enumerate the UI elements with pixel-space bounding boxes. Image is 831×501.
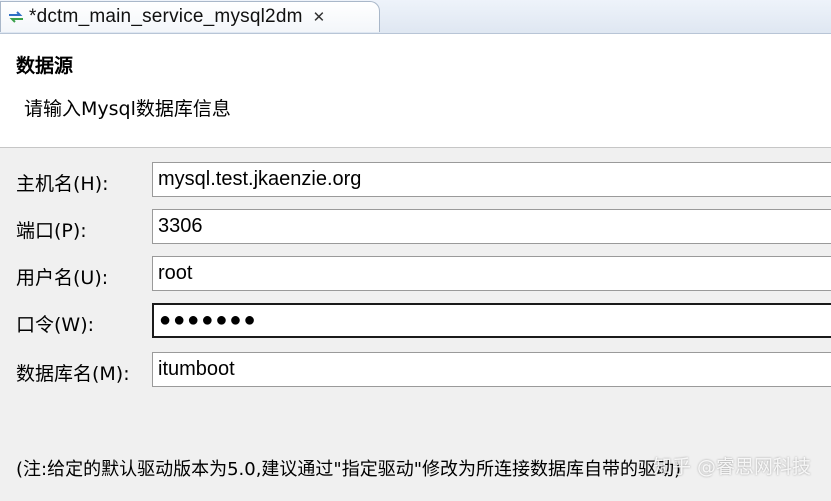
user-input[interactable]	[152, 256, 831, 291]
editor-tab-bar: *dctm_main_service_mysql2dm ✕	[0, 0, 831, 34]
page-title: 数据源	[16, 55, 74, 77]
sync-arrows-icon	[7, 9, 25, 25]
password-input[interactable]: ●●●●●●●	[152, 303, 831, 338]
editor-tab[interactable]: *dctm_main_service_mysql2dm ✕	[0, 1, 380, 32]
host-input[interactable]	[152, 162, 831, 197]
password-label: 口令(W):	[16, 314, 95, 336]
database-input[interactable]	[152, 352, 831, 387]
port-input[interactable]	[152, 209, 831, 244]
port-label: 端口(P):	[16, 220, 87, 242]
host-row: 主机名(H):	[0, 162, 831, 199]
watermark: 知乎 @睿思网科技	[652, 456, 811, 478]
host-label: 主机名(H):	[16, 173, 109, 195]
user-label: 用户名(U):	[16, 267, 109, 289]
datasource-editor-window: *dctm_main_service_mysql2dm ✕ 数据源 请输入Mys…	[0, 0, 831, 501]
port-row: 端口(P):	[0, 209, 831, 246]
database-row: 数据库名(M):	[0, 352, 831, 389]
close-icon[interactable]: ✕	[313, 9, 326, 25]
password-mask: ●●●●●●●	[159, 309, 258, 331]
wizard-header: 数据源 请输入Mysql数据库信息	[0, 34, 831, 148]
user-row: 用户名(U):	[0, 256, 831, 293]
database-label: 数据库名(M):	[16, 363, 130, 385]
password-row: 口令(W): ●●●●●●●	[0, 303, 831, 340]
page-description: 请输入Mysql数据库信息	[24, 98, 231, 120]
driver-note: (注:给定的默认驱动版本为5.0,建议通过"指定驱动"修改为所连接数据库自带的驱…	[16, 459, 682, 480]
editor-tab-title: *dctm_main_service_mysql2dm	[29, 6, 303, 27]
